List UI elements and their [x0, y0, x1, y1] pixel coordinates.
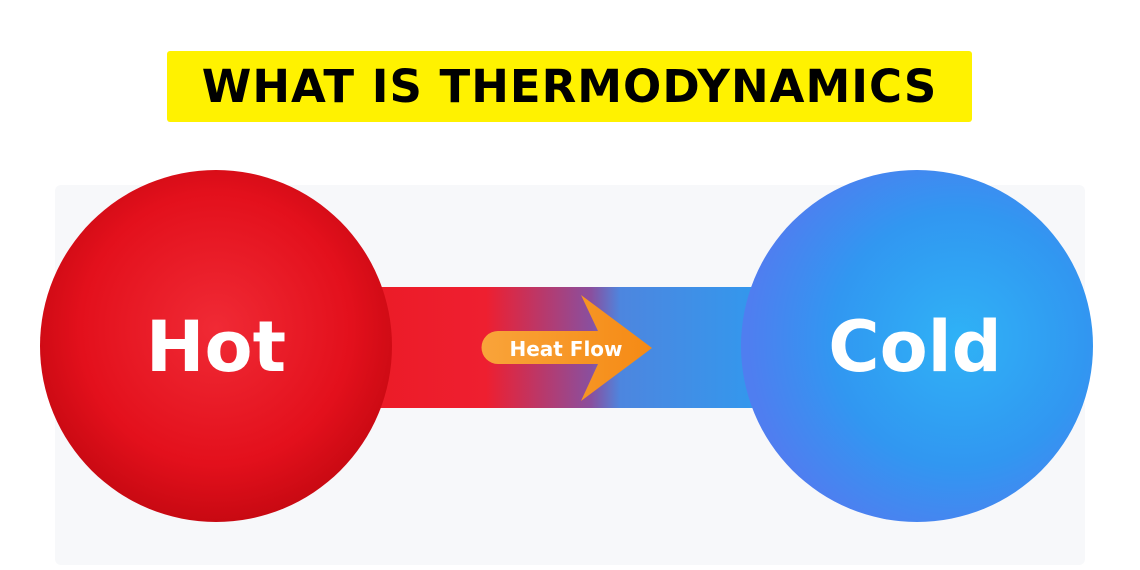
page: WHAT IS THERMODYNAMICS Hot Cold Heat Flo… [0, 0, 1140, 570]
heat-flow-label: Heat Flow [509, 337, 622, 361]
hot-label: Hot [146, 306, 286, 388]
cold-label: Cold [828, 306, 1002, 388]
heat-flow-diagram: Hot Cold Heat Flow [40, 170, 1093, 522]
